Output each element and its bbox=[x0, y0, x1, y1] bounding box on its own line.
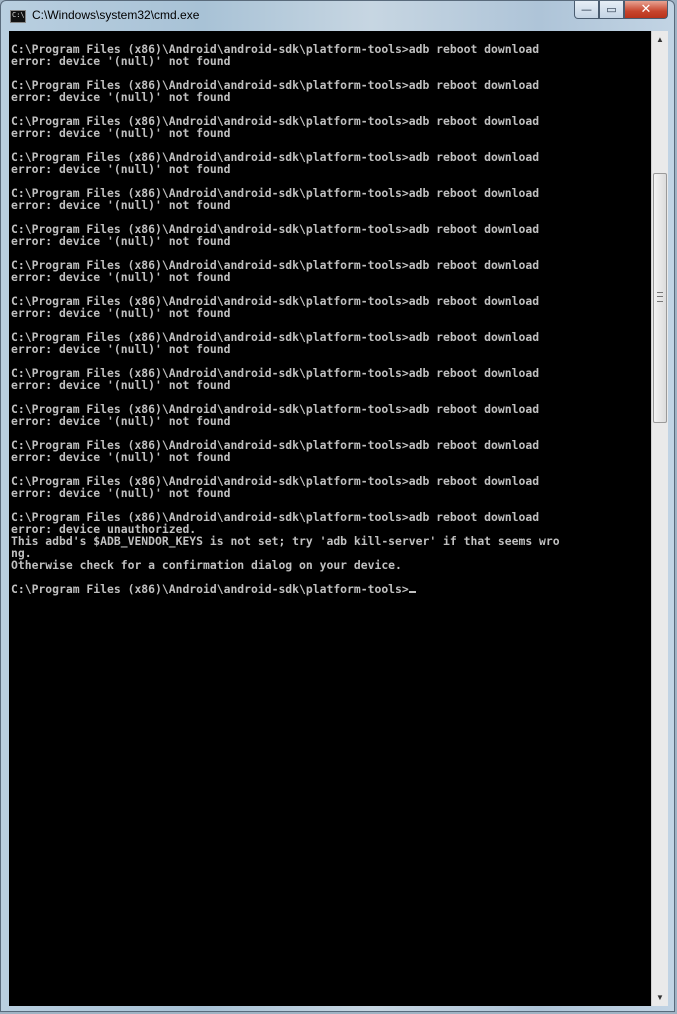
cmd-app-icon-label: C:\ bbox=[12, 11, 25, 19]
scroll-up-icon: ▲ bbox=[656, 35, 664, 44]
console-history: C:\Program Files (x86)\Android\android-s… bbox=[11, 42, 560, 572]
scroll-down-icon: ▼ bbox=[656, 993, 664, 1002]
title-bar[interactable]: C:\ C:\Windows\system32\cmd.exe — ▭ ✕ bbox=[1, 1, 674, 31]
caption-buttons: — ▭ ✕ bbox=[574, 1, 668, 21]
maximize-icon: ▭ bbox=[606, 3, 617, 16]
scroll-up-button[interactable]: ▲ bbox=[652, 31, 668, 48]
grip-icon bbox=[657, 292, 663, 302]
vertical-scrollbar[interactable]: ▲ ▼ bbox=[651, 31, 668, 1006]
cmd-window: C:\ C:\Windows\system32\cmd.exe — ▭ ✕ C:… bbox=[0, 0, 675, 1012]
window-title: C:\Windows\system32\cmd.exe bbox=[32, 8, 200, 22]
text-cursor bbox=[408, 591, 416, 593]
close-icon: ✕ bbox=[640, 2, 652, 17]
scrollbar-thumb[interactable] bbox=[653, 173, 667, 423]
console-output: C:\Program Files (x86)\Android\android-s… bbox=[9, 31, 651, 595]
console-area[interactable]: C:\Program Files (x86)\Android\android-s… bbox=[9, 31, 651, 1006]
maximize-button[interactable]: ▭ bbox=[599, 1, 624, 19]
cmd-app-icon[interactable]: C:\ bbox=[10, 10, 26, 23]
console-prompt: C:\Program Files (x86)\Android\android-s… bbox=[11, 582, 409, 596]
close-button[interactable]: ✕ bbox=[624, 1, 668, 19]
minimize-button[interactable]: — bbox=[574, 1, 599, 19]
minimize-icon: — bbox=[581, 3, 592, 16]
scroll-down-button[interactable]: ▼ bbox=[652, 989, 668, 1006]
